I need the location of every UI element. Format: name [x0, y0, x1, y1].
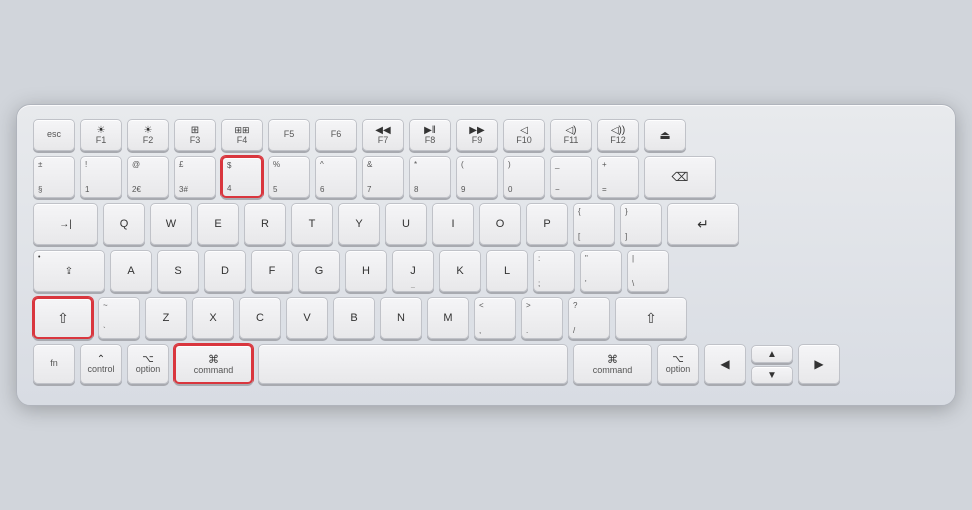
- key-j[interactable]: J _: [392, 250, 434, 292]
- key-f7[interactable]: ◀◀ F7: [362, 119, 404, 151]
- key-f5[interactable]: F5: [268, 119, 310, 151]
- key-space[interactable]: [258, 344, 568, 384]
- key-f[interactable]: F: [251, 250, 293, 292]
- key-s[interactable]: S: [157, 250, 199, 292]
- key-0[interactable]: ) 0: [503, 156, 545, 198]
- key-t[interactable]: T: [291, 203, 333, 245]
- key-3[interactable]: £ 3#: [174, 156, 216, 198]
- key-i[interactable]: I: [432, 203, 474, 245]
- key-x[interactable]: X: [192, 297, 234, 339]
- key-tilde[interactable]: ~ `: [98, 297, 140, 339]
- key-z[interactable]: Z: [145, 297, 187, 339]
- key-w[interactable]: W: [150, 203, 192, 245]
- key-eject[interactable]: ⏏: [644, 119, 686, 151]
- key-d[interactable]: D: [204, 250, 246, 292]
- key-m[interactable]: M: [427, 297, 469, 339]
- key-bracket-left[interactable]: { [: [573, 203, 615, 245]
- key-r[interactable]: R: [244, 203, 286, 245]
- key-comma[interactable]: < ,: [474, 297, 516, 339]
- key-delete[interactable]: ⌫: [644, 156, 716, 198]
- key-command-left[interactable]: ⌘ command: [174, 344, 253, 384]
- key-command-right[interactable]: ⌘ command: [573, 344, 652, 384]
- qwerty-row: →| Q W E R T Y U I O P { [ } ] ↵: [33, 203, 939, 245]
- key-l[interactable]: L: [486, 250, 528, 292]
- key-p[interactable]: P: [526, 203, 568, 245]
- key-o[interactable]: O: [479, 203, 521, 245]
- key-caps-lock[interactable]: • ⇪: [33, 250, 105, 292]
- key-option-right[interactable]: ⌥ option: [657, 344, 699, 384]
- key-bracket-right[interactable]: } ]: [620, 203, 662, 245]
- key-5[interactable]: % 5: [268, 156, 310, 198]
- key-arrow-up[interactable]: ▲: [751, 345, 793, 363]
- key-period[interactable]: > .: [521, 297, 563, 339]
- asdf-row: • ⇪ A S D F G H J _ K L : ; " ' | \: [33, 250, 939, 292]
- key-7[interactable]: & 7: [362, 156, 404, 198]
- key-quote[interactable]: " ': [580, 250, 622, 292]
- key-9[interactable]: ( 9: [456, 156, 498, 198]
- key-f11[interactable]: ◁) F11: [550, 119, 592, 151]
- key-arrow-right[interactable]: ▶: [798, 344, 840, 384]
- key-tab[interactable]: →|: [33, 203, 98, 245]
- key-slash[interactable]: ? /: [568, 297, 610, 339]
- key-f1[interactable]: ☀ F1: [80, 119, 122, 151]
- key-v[interactable]: V: [286, 297, 328, 339]
- key-a[interactable]: A: [110, 250, 152, 292]
- key-f10[interactable]: ◁ F10: [503, 119, 545, 151]
- key-f3[interactable]: ⊞ F3: [174, 119, 216, 151]
- key-e[interactable]: E: [197, 203, 239, 245]
- key-control[interactable]: ⌃ control: [80, 344, 122, 384]
- key-f9[interactable]: ▶▶ F9: [456, 119, 498, 151]
- key-section[interactable]: ± §: [33, 156, 75, 198]
- key-1[interactable]: ! 1: [80, 156, 122, 198]
- key-q[interactable]: Q: [103, 203, 145, 245]
- num-row: ± § ! 1 @ 2€ £ 3# $ 4 % 5 ^ 6 & 7: [33, 156, 939, 198]
- key-return[interactable]: ↵: [667, 203, 739, 245]
- key-f6[interactable]: F6: [315, 119, 357, 151]
- zxcv-row: ⇧ ~ ` Z X C V B N M < , > . ? / ⇧: [33, 297, 939, 339]
- key-shift-right[interactable]: ⇧: [615, 297, 687, 339]
- key-c[interactable]: C: [239, 297, 281, 339]
- key-f4[interactable]: ⊞⊞ F4: [221, 119, 263, 151]
- key-b[interactable]: B: [333, 297, 375, 339]
- key-g[interactable]: G: [298, 250, 340, 292]
- key-fn[interactable]: fn: [33, 344, 75, 384]
- key-semicolon[interactable]: : ;: [533, 250, 575, 292]
- key-f12[interactable]: ◁)) F12: [597, 119, 639, 151]
- keyboard: esc ☀ F1 ☀ F2 ⊞ F3 ⊞⊞ F4 F5 F6 ◀◀ F7 ▶‖: [16, 104, 956, 406]
- key-4-dollar[interactable]: $ 4: [221, 156, 263, 198]
- key-esc[interactable]: esc: [33, 119, 75, 151]
- key-2[interactable]: @ 2€: [127, 156, 169, 198]
- key-arrow-down[interactable]: ▼: [751, 366, 793, 384]
- key-n[interactable]: N: [380, 297, 422, 339]
- key-k[interactable]: K: [439, 250, 481, 292]
- key-backslash[interactable]: | \: [627, 250, 669, 292]
- key-6[interactable]: ^ 6: [315, 156, 357, 198]
- key-arrow-left[interactable]: ◀: [704, 344, 746, 384]
- modifier-row: fn ⌃ control ⌥ option ⌘ command ⌘ comman…: [33, 344, 939, 384]
- key-8[interactable]: * 8: [409, 156, 451, 198]
- key-option-left[interactable]: ⌥ option: [127, 344, 169, 384]
- key-y[interactable]: Y: [338, 203, 380, 245]
- key-minus[interactable]: _ −: [550, 156, 592, 198]
- key-equals[interactable]: + =: [597, 156, 639, 198]
- key-u[interactable]: U: [385, 203, 427, 245]
- key-shift-left[interactable]: ⇧: [33, 297, 93, 339]
- key-h[interactable]: H: [345, 250, 387, 292]
- fn-row: esc ☀ F1 ☀ F2 ⊞ F3 ⊞⊞ F4 F5 F6 ◀◀ F7 ▶‖: [33, 119, 939, 151]
- key-f2[interactable]: ☀ F2: [127, 119, 169, 151]
- key-f8[interactable]: ▶‖ F8: [409, 119, 451, 151]
